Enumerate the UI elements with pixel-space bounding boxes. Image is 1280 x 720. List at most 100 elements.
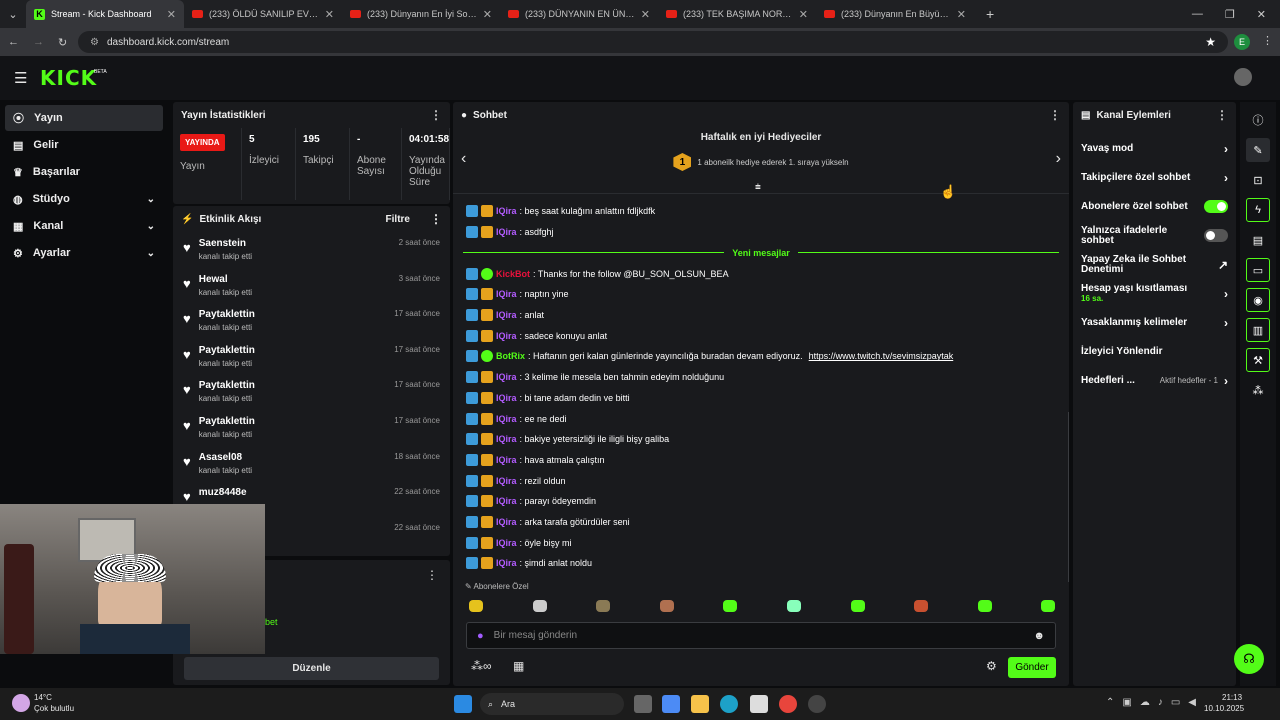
chat-username[interactable]: BotRix bbox=[496, 351, 525, 361]
tab-search-icon[interactable]: ⌄ bbox=[0, 8, 26, 21]
browser-tab[interactable]: (233) Dünyanın En Büyük Mağa ✕ bbox=[816, 0, 974, 28]
address-bar[interactable]: ⚙ dashboard.kick.com/stream ★ bbox=[78, 31, 1228, 53]
layout-icon[interactable]: ▥ bbox=[1246, 318, 1270, 342]
hamburger-menu-icon[interactable]: ☰ bbox=[14, 69, 27, 87]
info-icon[interactable]: ⓘ bbox=[1246, 108, 1270, 132]
emote-icon[interactable] bbox=[977, 600, 992, 612]
kick-logo[interactable]: KICK bbox=[40, 66, 97, 90]
chat-username[interactable]: KickBot bbox=[496, 269, 530, 279]
more-icon[interactable]: ⋮ bbox=[426, 568, 438, 582]
chat-username[interactable]: IQira bbox=[496, 455, 517, 465]
filter-button[interactable]: Filtre bbox=[386, 214, 410, 225]
prev-icon[interactable]: ‹ bbox=[461, 150, 466, 168]
back-icon[interactable]: ← bbox=[8, 36, 19, 48]
action-row[interactable]: Abonelere özel sohbet bbox=[1073, 192, 1236, 221]
chat-username[interactable]: IQira bbox=[496, 331, 517, 341]
edit-button[interactable]: Düzenle bbox=[184, 657, 439, 680]
next-icon[interactable]: › bbox=[1056, 150, 1061, 168]
emote-icon[interactable] bbox=[850, 600, 865, 612]
action-row[interactable]: Takipçilere özel sohbet › bbox=[1073, 163, 1236, 192]
toggle-switch[interactable] bbox=[1204, 229, 1228, 242]
more-icon[interactable]: ⋮ bbox=[430, 212, 442, 226]
emote-icon[interactable] bbox=[469, 600, 483, 612]
broadcast-icon[interactable]: ◉ bbox=[1246, 288, 1270, 312]
action-row[interactable]: Yasaklanmış kelimeler › bbox=[1073, 308, 1236, 337]
chat-settings-icon[interactable]: ⚙ bbox=[986, 659, 997, 673]
wrench-icon[interactable]: ⚒ bbox=[1246, 348, 1270, 372]
emote-icon[interactable] bbox=[532, 600, 547, 612]
nav-item-1[interactable]: ▤ Gelir bbox=[5, 132, 163, 158]
nav-item-0[interactable]: ⦿ Yayın bbox=[5, 105, 163, 131]
tab-close-icon[interactable]: ✕ bbox=[641, 8, 650, 21]
chevron-right-icon[interactable]: › bbox=[1224, 316, 1228, 330]
chevron-down-icon[interactable]: ⌄ bbox=[147, 248, 155, 259]
action-row[interactable]: Hedefleri ... Aktif hedefler - 1 › bbox=[1073, 366, 1236, 395]
points-icon[interactable]: ⁂∞ bbox=[471, 659, 492, 673]
chrome-icon[interactable] bbox=[779, 695, 797, 713]
browser-tab[interactable]: (233) ÖLDÜ SANILIP EVEREST'te ✕ bbox=[184, 0, 342, 28]
action-row[interactable]: Yalnızca ifadelerle sohbet bbox=[1073, 221, 1236, 250]
browser-tab[interactable]: (233) TEK BAŞIMA NORVEÇ KÖ ✕ bbox=[658, 0, 816, 28]
store-app-icon[interactable] bbox=[750, 695, 768, 713]
chevron-right-icon[interactable]: › bbox=[1224, 142, 1228, 156]
emoji-icon[interactable]: ☻ bbox=[1033, 630, 1045, 642]
more-icon[interactable]: ⋮ bbox=[1216, 108, 1228, 122]
task-view-icon[interactable] bbox=[634, 695, 652, 713]
action-row[interactable]: Yapay Zeka ile Sohbet Denetimi ↗ bbox=[1073, 250, 1236, 279]
browser-menu-icon[interactable]: ⋮ bbox=[1262, 34, 1273, 47]
chat-username[interactable]: IQira bbox=[496, 227, 517, 237]
start-icon[interactable] bbox=[454, 695, 472, 713]
maximize-icon[interactable]: ❐ bbox=[1225, 8, 1235, 21]
chat-username[interactable]: IQira bbox=[496, 206, 517, 216]
chat-scrollbar[interactable] bbox=[1068, 412, 1069, 582]
chevron-right-icon[interactable]: › bbox=[1224, 287, 1228, 301]
tab-close-icon[interactable]: ✕ bbox=[799, 8, 808, 21]
site-info-icon[interactable]: ⚙ bbox=[90, 37, 99, 48]
chevron-down-icon[interactable]: ⌄ bbox=[147, 221, 155, 232]
send-button[interactable]: Gönder bbox=[1008, 657, 1056, 678]
reload-icon[interactable]: ↻ bbox=[58, 36, 67, 49]
edit-icon[interactable]: ✎ bbox=[1246, 138, 1270, 162]
nav-item-4[interactable]: ▦ Kanal ⌄ bbox=[5, 213, 163, 239]
file-explorer-icon[interactable] bbox=[691, 695, 709, 713]
toggle-switch[interactable] bbox=[1204, 200, 1228, 213]
emote-icon[interactable] bbox=[787, 600, 801, 612]
emote-icon[interactable] bbox=[596, 600, 611, 612]
nav-item-3[interactable]: ◍ Stüdyo ⌄ bbox=[5, 186, 163, 212]
bookmark-star-icon[interactable]: ★ bbox=[1205, 35, 1216, 49]
lightning-icon[interactable]: ϟ bbox=[1246, 198, 1270, 222]
share-icon[interactable]: ⁂ bbox=[1246, 378, 1270, 402]
chat-username[interactable]: IQira bbox=[496, 496, 517, 506]
chat-bubble-icon[interactable]: ▭ bbox=[1246, 258, 1270, 282]
more-icon[interactable]: ⋮ bbox=[1049, 108, 1061, 122]
chat-username[interactable]: IQira bbox=[496, 393, 517, 403]
chat-username[interactable]: IQira bbox=[496, 476, 517, 486]
capture-icon[interactable]: ⊡ bbox=[1246, 168, 1270, 192]
nav-item-2[interactable]: ♛ Başarılar bbox=[5, 159, 163, 185]
chevron-right-icon[interactable]: › bbox=[1224, 374, 1228, 388]
user-avatar[interactable] bbox=[1234, 68, 1252, 86]
emote-icon[interactable] bbox=[914, 600, 929, 612]
chat-link[interactable]: https://www.twitch.tv/sevimsizpaytak bbox=[809, 351, 954, 361]
minimize-icon[interactable]: — bbox=[1192, 8, 1203, 21]
tab-close-icon[interactable]: ✕ bbox=[957, 8, 966, 21]
weather-icon[interactable] bbox=[12, 694, 30, 712]
forward-icon[interactable]: → bbox=[33, 36, 44, 48]
profile-avatar[interactable]: E bbox=[1234, 34, 1250, 50]
mic-icon[interactable]: ● bbox=[477, 630, 484, 642]
browser-tab[interactable]: (233) Dünyanın En İyi Sokak Ye ✕ bbox=[342, 0, 500, 28]
chevron-down-icon[interactable]: ⌄ bbox=[147, 194, 155, 205]
help-button[interactable]: ☊ bbox=[1234, 644, 1264, 674]
browser-tab[interactable]: K Stream - Kick Dashboard ✕ bbox=[26, 0, 184, 28]
tab-close-icon[interactable]: ✕ bbox=[325, 8, 334, 21]
action-row[interactable]: İzleyici Yönlendir bbox=[1073, 337, 1236, 366]
action-row[interactable]: Hesap yaşı kısıtlaması 16 sa. › bbox=[1073, 279, 1236, 308]
browser-tab[interactable]: (233) DÜNYANIN EN ÜNLÜ HA ✕ bbox=[500, 0, 658, 28]
edge-icon[interactable] bbox=[720, 695, 738, 713]
chat-username[interactable]: IQira bbox=[496, 289, 517, 299]
app-icon[interactable] bbox=[808, 695, 826, 713]
store-icon[interactable]: ▦ bbox=[513, 659, 524, 673]
action-row[interactable]: Yavaş mod › bbox=[1073, 134, 1236, 163]
emote-icon[interactable] bbox=[659, 600, 674, 612]
emote-icon[interactable] bbox=[1041, 600, 1056, 612]
